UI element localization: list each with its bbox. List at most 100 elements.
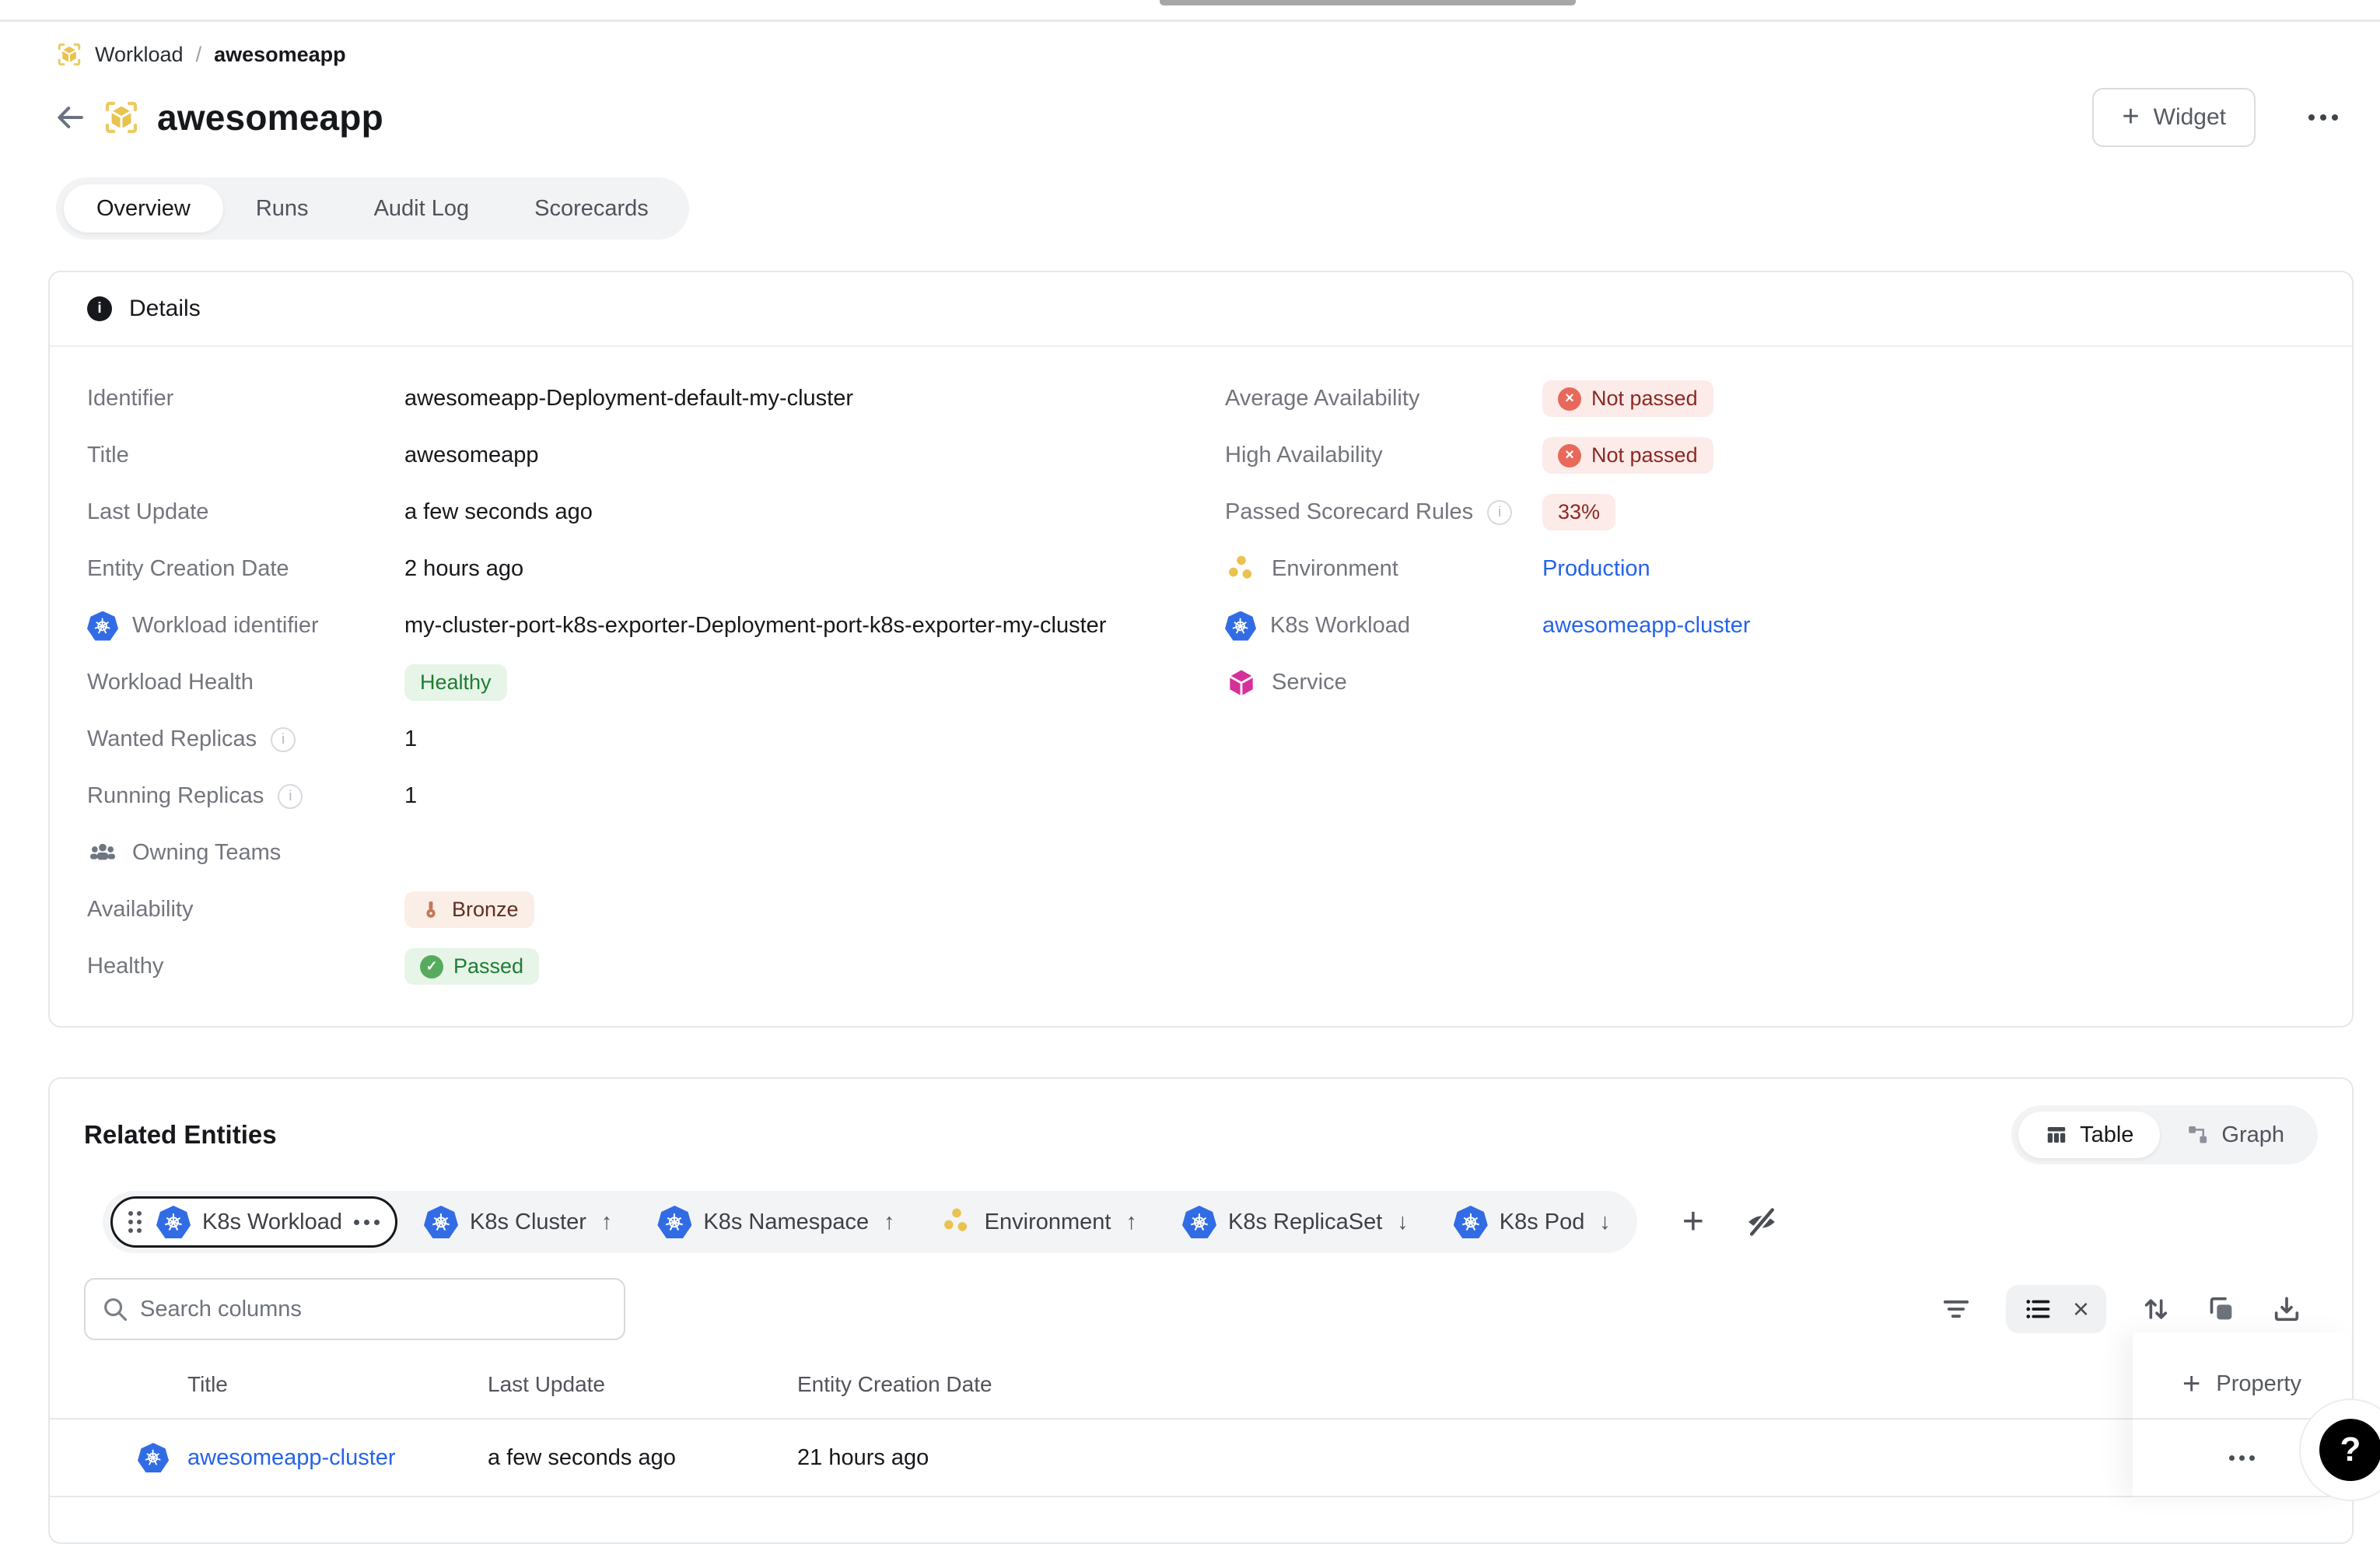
- title-value: awesomeapp: [404, 443, 539, 468]
- chip-k8s-pod[interactable]: K8s Pod ↓: [1435, 1196, 1629, 1248]
- filter-button[interactable]: [1941, 1294, 1972, 1325]
- workload-blueprint-icon: [56, 41, 82, 68]
- kubernetes-icon: [1454, 1206, 1488, 1238]
- environment-icon: [1225, 553, 1258, 586]
- tab-audit-log[interactable]: Audit Log: [341, 184, 502, 233]
- table-row[interactable]: awesomeapp-cluster a few seconds ago 21 …: [50, 1420, 2352, 1497]
- row-menu-button[interactable]: [2229, 1455, 2255, 1461]
- workload-health-badge: Healthy: [404, 664, 507, 701]
- download-button[interactable]: [2271, 1294, 2302, 1325]
- kubernetes-icon: [156, 1206, 191, 1238]
- detail-row: Title awesomeapp: [87, 427, 1225, 484]
- entity-tabs: Overview Runs Audit Log Scorecards: [56, 177, 689, 240]
- direction-up-icon: ↑: [601, 1210, 613, 1235]
- eye-off-icon: [1745, 1205, 1779, 1239]
- more-menu-button[interactable]: [2301, 107, 2346, 128]
- details-right-column: Average Availability × Not passed High A…: [1225, 370, 2315, 995]
- breadcrumb: Workload / awesomeapp: [56, 37, 2380, 72]
- chip-k8s-replicaset[interactable]: K8s ReplicaSet ↓: [1164, 1196, 1427, 1248]
- healthy-badge: ✓ Passed: [404, 948, 539, 985]
- details-card: i Details Identifier awesomeapp-Deployme…: [48, 271, 2354, 1028]
- check-icon: ✓: [420, 955, 443, 979]
- detail-row: Average Availability × Not passed: [1225, 370, 2315, 427]
- info-tooltip-icon[interactable]: i: [271, 727, 296, 752]
- back-arrow-icon: [54, 101, 86, 134]
- info-tooltip-icon[interactable]: i: [1487, 500, 1512, 525]
- detail-row: Owning Teams: [87, 825, 1225, 881]
- detail-row: K8s Workload awesomeapp-cluster: [1225, 597, 2315, 654]
- related-entities-table: Title Last Update Entity Creation Date a…: [50, 1351, 2352, 1497]
- add-widget-button[interactable]: + Widget: [2092, 88, 2256, 147]
- detail-row: Environment Production: [1225, 541, 2315, 597]
- breadcrumb-workload[interactable]: Workload: [95, 43, 184, 67]
- chip-menu-icon[interactable]: [354, 1220, 380, 1225]
- x-icon: ×: [1558, 387, 1581, 411]
- chip-environment[interactable]: Environment ↑: [922, 1196, 1156, 1248]
- column-header-title[interactable]: Title: [84, 1372, 488, 1397]
- details-left-column: Identifier awesomeapp-Deployment-default…: [87, 370, 1225, 995]
- info-icon: i: [87, 296, 112, 321]
- direction-down-icon: ↓: [1599, 1210, 1611, 1235]
- clear-group-button[interactable]: ×: [2073, 1295, 2089, 1323]
- entity-header: awesomeapp + Widget: [51, 84, 2357, 151]
- column-header-entity-creation-date[interactable]: Entity Creation Date: [797, 1372, 2352, 1397]
- medal-icon: [420, 899, 442, 921]
- kubernetes-icon: [1225, 611, 1256, 641]
- detail-row: Identifier awesomeapp-Deployment-default…: [87, 370, 1225, 427]
- row-last-update: a few seconds ago: [488, 1445, 797, 1471]
- x-icon: ×: [1558, 444, 1581, 467]
- table-toolbar: ×: [84, 1278, 2318, 1340]
- running-replicas-value: 1: [404, 783, 417, 809]
- row-title-link[interactable]: awesomeapp-cluster: [187, 1445, 396, 1471]
- detail-row: Entity Creation Date 2 hours ago: [87, 541, 1225, 597]
- wanted-replicas-value: 1: [404, 726, 417, 752]
- detail-row: Last Update a few seconds ago: [87, 484, 1225, 541]
- copy-icon: [2206, 1294, 2237, 1325]
- group-list-button[interactable]: [2023, 1294, 2053, 1324]
- detail-row: Passed Scorecard Rules i 33%: [1225, 484, 2315, 541]
- toggle-table[interactable]: Table: [2018, 1112, 2160, 1158]
- info-tooltip-icon[interactable]: i: [278, 784, 303, 809]
- average-availability-badge: × Not passed: [1542, 380, 1713, 417]
- tab-overview[interactable]: Overview: [64, 184, 223, 233]
- teams-icon: [87, 838, 118, 869]
- sort-button[interactable]: [2140, 1294, 2172, 1325]
- chip-k8s-cluster[interactable]: K8s Cluster ↑: [405, 1196, 631, 1248]
- kubernetes-icon: [424, 1206, 458, 1238]
- page-title: awesomeapp: [157, 96, 383, 138]
- direction-down-icon: ↓: [1397, 1210, 1409, 1235]
- detail-row: Wanted Replicas i 1: [87, 711, 1225, 768]
- kubernetes-icon: [138, 1443, 169, 1472]
- detail-row: Workload Health Healthy: [87, 654, 1225, 711]
- scrollbar-artifact: [1160, 0, 1576, 5]
- back-button[interactable]: [51, 99, 89, 136]
- availability-badge: Bronze: [404, 891, 534, 928]
- k8s-workload-link[interactable]: awesomeapp-cluster: [1542, 613, 1751, 639]
- chip-k8s-namespace[interactable]: K8s Namespace ↑: [639, 1196, 913, 1248]
- detail-row: Service: [1225, 654, 2315, 711]
- drag-handle-icon[interactable]: [128, 1211, 142, 1233]
- add-relation-button[interactable]: +: [1682, 1203, 1704, 1241]
- table-icon: [2045, 1123, 2068, 1147]
- breadcrumb-separator: /: [196, 43, 202, 67]
- toggle-graph[interactable]: Graph: [2160, 1112, 2311, 1158]
- question-mark-icon: ?: [2319, 1419, 2380, 1481]
- high-availability-badge: × Not passed: [1542, 437, 1713, 474]
- filter-icon: [1941, 1294, 1972, 1325]
- related-entities-card: Related Entities Table Graph K8s Workloa…: [48, 1077, 2354, 1544]
- add-property-button[interactable]: + Property: [2182, 1350, 2301, 1418]
- environment-link[interactable]: Production: [1542, 556, 1650, 582]
- environment-icon: [940, 1206, 973, 1238]
- tab-runs[interactable]: Runs: [223, 184, 341, 233]
- search-icon: [101, 1295, 129, 1323]
- scorecard-rules-badge: 33%: [1542, 494, 1615, 530]
- direction-up-icon: ↑: [1125, 1210, 1137, 1235]
- hide-relations-button[interactable]: [1745, 1205, 1779, 1239]
- search-columns-input[interactable]: [84, 1278, 625, 1340]
- detail-row: Running Replicas i 1: [87, 768, 1225, 825]
- tab-scorecards[interactable]: Scorecards: [502, 184, 681, 233]
- copy-button[interactable]: [2206, 1294, 2237, 1325]
- detail-row: High Availability × Not passed: [1225, 427, 2315, 484]
- column-header-last-update[interactable]: Last Update: [488, 1372, 797, 1397]
- chip-k8s-workload[interactable]: K8s Workload: [110, 1196, 397, 1248]
